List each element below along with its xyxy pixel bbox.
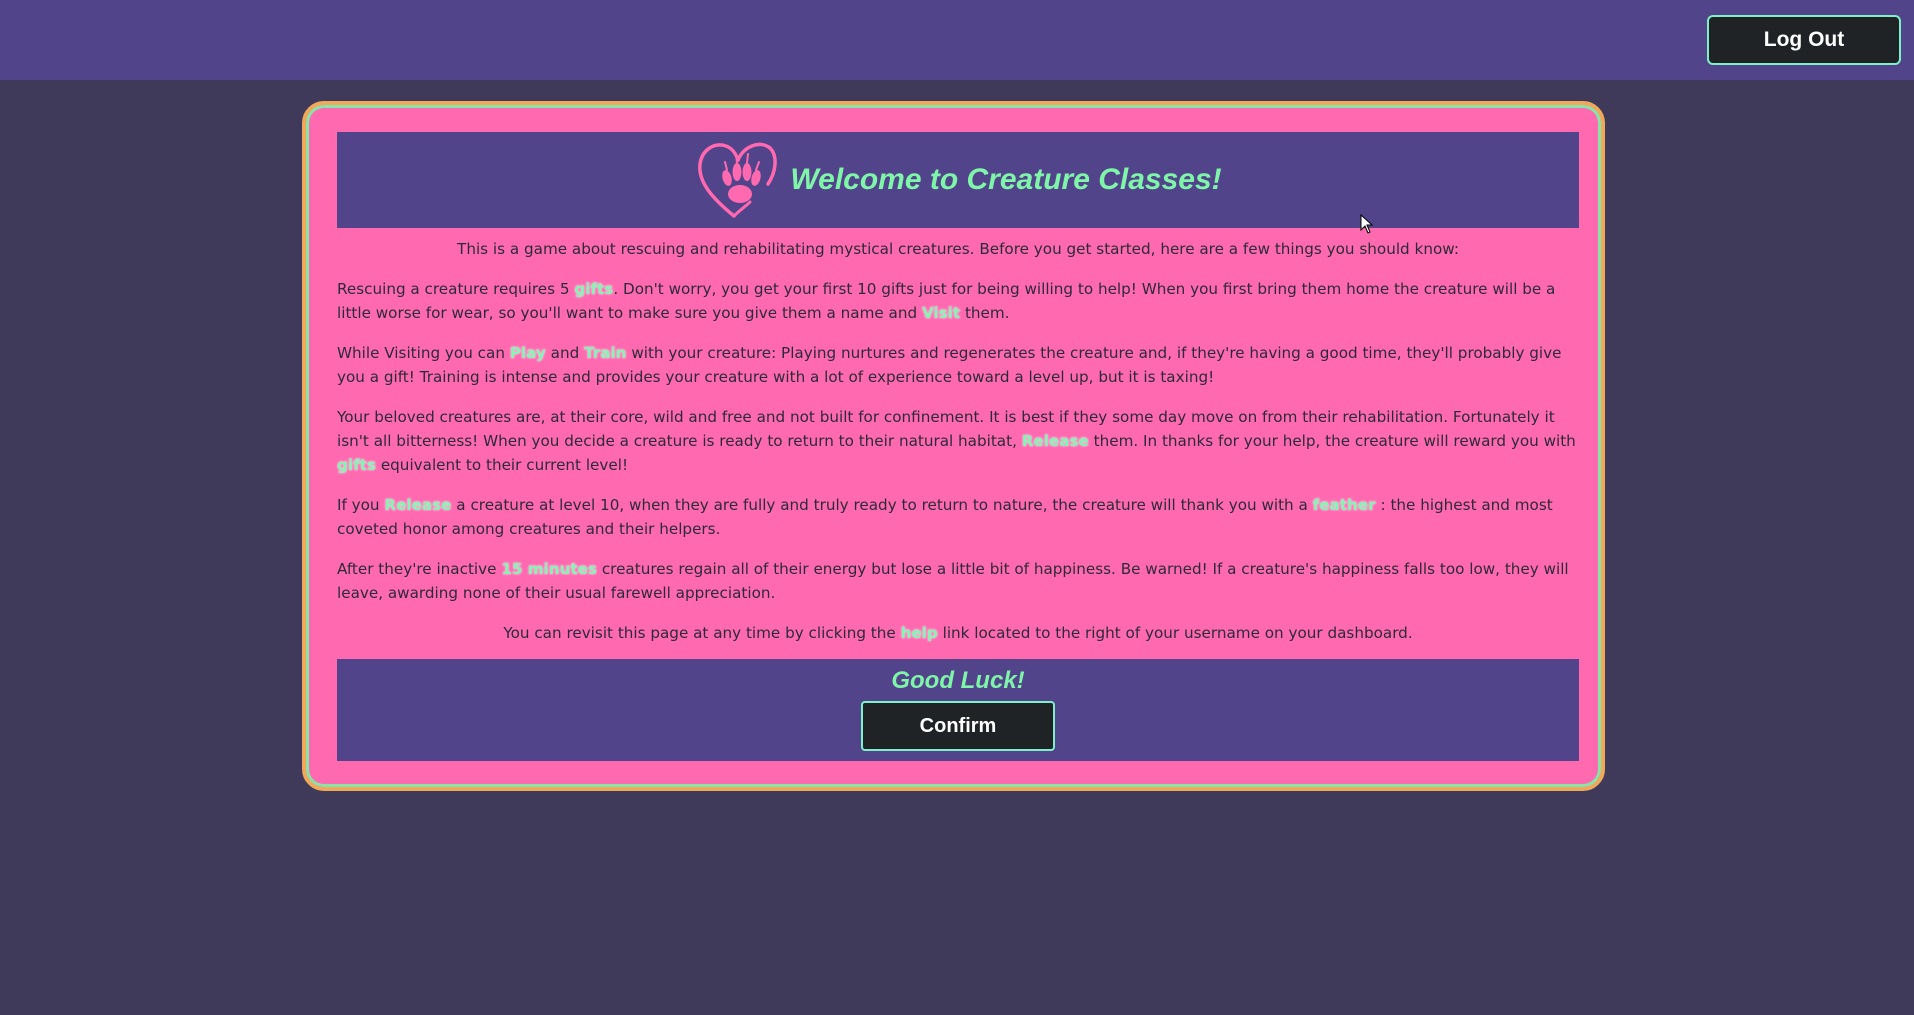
intro-content: This is a game about rescuing and rehabi… <box>337 237 1579 661</box>
heart-paw-icon <box>698 142 778 218</box>
help-paragraph: You can revisit this page at any time by… <box>503 624 1413 642</box>
visit-paragraph: While Visiting you can Play and Train wi… <box>337 344 1562 386</box>
confirm-section: Good Luck! Confirm <box>337 659 1579 761</box>
keyword-15-minutes: 15 minutes <box>501 560 597 578</box>
logout-button[interactable]: Log Out <box>1707 15 1901 65</box>
keyword-gifts: gifts <box>574 280 614 298</box>
inactive-paragraph: After they're inactive 15 minutes creatu… <box>337 560 1569 602</box>
keyword-help: help <box>900 624 938 642</box>
welcome-card: Welcome to Creature Classes! This is a g… <box>302 101 1605 791</box>
mouse-pointer-icon <box>1360 214 1374 234</box>
top-navbar: Log Out <box>0 0 1914 80</box>
keyword-visit: Visit <box>921 304 961 322</box>
feather-paragraph: If you Release a creature at level 10, w… <box>337 496 1553 538</box>
welcome-banner: Welcome to Creature Classes! <box>337 132 1579 228</box>
rescue-paragraph: Rescuing a creature requires 5 gifts. Do… <box>337 280 1556 322</box>
keyword-release: Release <box>384 496 452 514</box>
keyword-feather: feather <box>1312 496 1376 514</box>
keyword-train: Train <box>584 344 627 362</box>
keyword-play: Play <box>509 344 546 362</box>
welcome-title: Welcome to Creature Classes! <box>790 163 1222 196</box>
keyword-release: Release <box>1021 432 1089 450</box>
good-luck-heading: Good Luck! <box>891 667 1025 694</box>
release-paragraph: Your beloved creatures are, at their cor… <box>337 408 1576 474</box>
intro-paragraph: This is a game about rescuing and rehabi… <box>457 240 1459 258</box>
confirm-button[interactable]: Confirm <box>861 701 1055 751</box>
keyword-gifts: gifts <box>337 456 376 474</box>
